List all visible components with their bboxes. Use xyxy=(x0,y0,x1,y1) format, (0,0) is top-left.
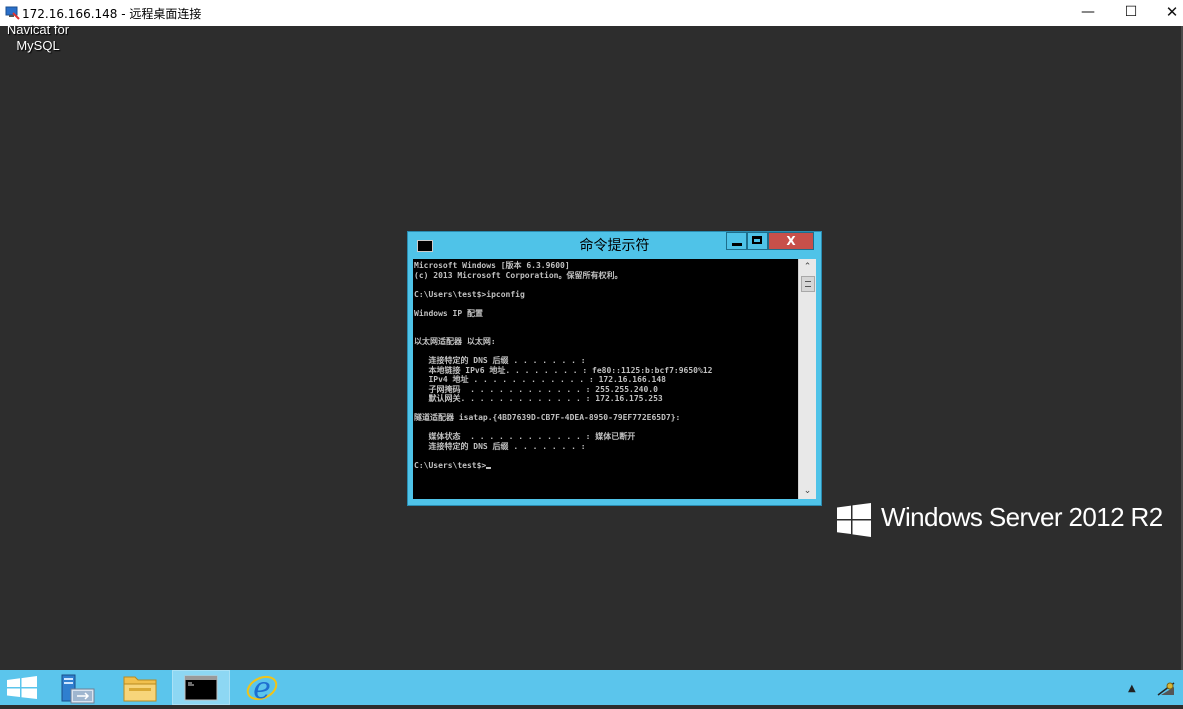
console-line: 子网掩码 . . . . . . . . . . . . : 255.255.2… xyxy=(414,384,658,394)
console-line: 连接特定的 DNS 后缀 . . . . . . . : xyxy=(414,441,586,451)
console-line: Microsoft Windows [版本 6.3.9600] xyxy=(414,261,570,270)
scroll-up-arrow-icon[interactable]: ⌃ xyxy=(799,259,816,275)
cmd-window[interactable]: 命令提示符 X Microsoft Windows [版本 6.3.9600](… xyxy=(408,232,821,505)
remote-desktop-icon xyxy=(5,6,20,20)
windows-server-brand: Windows Server 2012 R2 xyxy=(881,502,1163,532)
console-cursor xyxy=(486,466,492,469)
rdp-minimize-button[interactable]: — xyxy=(1066,0,1110,26)
taskbar-server-manager[interactable] xyxy=(52,670,102,705)
cmd-minimize-button[interactable] xyxy=(726,232,747,250)
console-line: 隧道适配器 isatap.{4BD7639D-CB7F-4DEA-8950-79… xyxy=(414,413,681,422)
taskbar: e ▲ xyxy=(0,670,1183,706)
rdp-maximize-button[interactable]: ☐ xyxy=(1109,0,1153,26)
tray-show-hidden-icon[interactable]: ▲ xyxy=(1128,684,1136,694)
desktop-icon-navicat[interactable]: Navicat for MySQL xyxy=(0,22,76,54)
svg-text:e: e xyxy=(253,671,271,705)
console-line: 连接特定的 DNS 后缀 . . . . . . . : xyxy=(414,356,586,365)
console-line: 以太网适配器 以太网: xyxy=(414,337,496,346)
console-line: C:\Users\test$>ipconfig xyxy=(414,289,525,299)
cmd-icon xyxy=(184,675,218,701)
console-line: 媒体状态 . . . . . . . . . . . . : 媒体已断开 xyxy=(414,432,636,441)
windows-start-icon xyxy=(7,676,37,699)
windows-logo-icon xyxy=(837,503,871,537)
desktop-icon-label-line2: MySQL xyxy=(16,38,60,53)
start-button[interactable] xyxy=(0,670,45,705)
console-line: Windows IP 配置 xyxy=(414,308,483,318)
folder-icon xyxy=(123,676,157,702)
scroll-thumb[interactable] xyxy=(801,276,815,292)
console-line: (c) 2013 Microsoft Corporation。保留所有权利。 xyxy=(414,270,623,280)
rdp-close-button[interactable]: ✕ xyxy=(1150,0,1183,26)
taskbar-file-explorer[interactable] xyxy=(113,670,168,705)
cmd-maximize-button[interactable] xyxy=(747,232,768,250)
network-icon[interactable] xyxy=(1156,679,1176,697)
console-line: 本地链接 IPv6 地址. . . . . . . . : fe80::1125… xyxy=(414,365,713,375)
console-line: C:\Users\test$> xyxy=(414,461,492,470)
console-line: IPv4 地址 . . . . . . . . . . . . : 172.16… xyxy=(414,375,667,384)
console-line: 默认网关. . . . . . . . . . . . . : 172.16.1… xyxy=(414,394,663,403)
rdp-title-bar: 172.16.166.148 - 远程桌面连接 — ☐ ✕ xyxy=(0,0,1183,27)
taskbar-internet-explorer[interactable]: e xyxy=(233,670,291,706)
console-output[interactable]: Microsoft Windows [版本 6.3.9600] (c) 2013 … xyxy=(413,259,798,499)
desktop-icon-label-line1: Navicat for xyxy=(6,22,70,37)
scroll-down-arrow-icon[interactable]: ⌄ xyxy=(799,483,816,499)
taskbar-command-prompt[interactable] xyxy=(172,670,230,705)
server-manager-icon xyxy=(61,674,95,704)
console-scrollbar[interactable]: ⌃ ⌄ xyxy=(798,259,816,499)
ie-icon: e xyxy=(246,671,278,706)
cmd-close-button[interactable]: X xyxy=(768,232,814,250)
rdp-window-title: 172.16.166.148 - 远程桌面连接 xyxy=(22,7,202,21)
